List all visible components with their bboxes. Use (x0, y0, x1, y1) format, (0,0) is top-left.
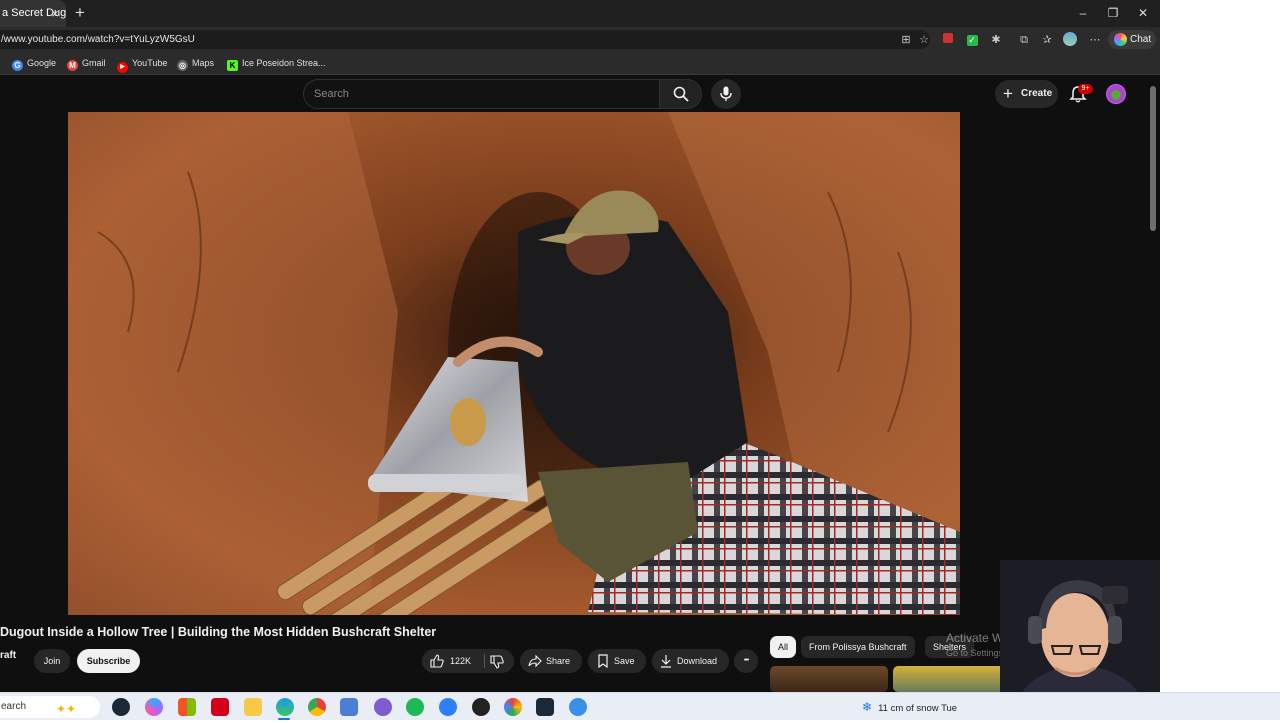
video-title: Dugout Inside a Hollow Tree | Building t… (0, 625, 437, 639)
extension-red-icon[interactable] (940, 32, 956, 48)
search-icon (673, 86, 689, 102)
chip-all[interactable]: All (770, 636, 797, 658)
taskbar-search-label: earch (1, 701, 27, 712)
search-button[interactable] (660, 79, 702, 109)
bookmark-label: Google (27, 58, 57, 68)
steam-client-icon[interactable] (536, 698, 554, 716)
network-app-icon[interactable] (340, 698, 358, 716)
windows-taskbar: earch ✦✦ ❄ 11 cm of snow Tue (0, 692, 1280, 720)
thumbs-down-icon (490, 655, 504, 669)
close-window-button[interactable]: ✕ (1128, 0, 1158, 27)
spotify-icon[interactable] (406, 698, 424, 716)
copilot-chat-button[interactable]: Chat (1108, 30, 1156, 49)
weather-widget[interactable]: ❄ 11 cm of snow Tue (862, 693, 957, 721)
taskbar-search-box[interactable]: earch ✦✦ (0, 696, 100, 718)
share-label: Share (546, 656, 571, 666)
bookmark-label: Maps (192, 58, 215, 68)
related-video-thumbnail[interactable] (893, 666, 1011, 692)
notification-count-badge: 9+ (1078, 84, 1093, 94)
bookmark-gmail[interactable]: M Gmail (67, 55, 106, 72)
app-store-icon[interactable] (569, 698, 587, 716)
new-tab-button[interactable]: + (72, 3, 88, 23)
voice-search-button[interactable] (711, 79, 741, 109)
bookmark-kick[interactable]: K Ice Poseidon Strea... (227, 55, 326, 72)
file-explorer-icon[interactable] (244, 698, 262, 716)
extension-check-icon[interactable]: ✓ (964, 32, 980, 48)
favorites-icon[interactable]: ✰ (1039, 32, 1055, 48)
gmail-icon: M (67, 60, 78, 71)
thumbs-up-icon (430, 654, 444, 668)
microphone-icon (720, 86, 732, 101)
create-button[interactable]: + Create (995, 80, 1058, 108)
browser-tab[interactable]: a Secret Dugo × (0, 0, 66, 27)
favorite-star-icon[interactable]: ☆ (916, 32, 932, 48)
copilot-icon (1114, 33, 1127, 46)
share-arrow-icon (528, 654, 542, 668)
like-count: 122K (450, 656, 472, 666)
tab-close-icon[interactable]: × (48, 0, 62, 27)
desktop-background (1160, 0, 1280, 692)
microsoft-store-icon[interactable] (178, 698, 196, 716)
bookmark-label: YouTube (132, 58, 168, 68)
bookmark-label: Ice Poseidon Strea... (242, 58, 326, 68)
tab-strip: a Secret Dugo × + – ❐ ✕ (0, 0, 1160, 27)
chrome-icon[interactable] (308, 698, 326, 716)
channel-name[interactable]: raft (0, 650, 16, 661)
video-player[interactable] (68, 112, 960, 615)
more-menu-icon[interactable]: ⋯ (1087, 32, 1103, 48)
extensions-puzzle-icon[interactable]: ✱ (988, 32, 1004, 48)
maximize-button[interactable]: ❐ (1098, 0, 1128, 27)
app-blue-icon[interactable] (439, 698, 457, 716)
edge-browser-icon[interactable] (276, 698, 294, 716)
profile-icon[interactable] (1062, 32, 1078, 48)
download-label: Download (677, 656, 718, 666)
address-bar-row: /www.youtube.com/watch?v=tYuLyzW5GsU ⊞ ☆… (0, 27, 1160, 52)
bookmarks-bar: G Google M Gmail ▶ YouTube ◎ Maps K Ice Posei… (0, 52, 1160, 75)
kick-icon: K (227, 60, 238, 71)
obs-icon[interactable] (374, 698, 392, 716)
download-button[interactable]: Download (652, 649, 729, 673)
chat-label: Chat (1130, 34, 1152, 45)
bookmark-save-icon (598, 654, 608, 668)
download-icon (661, 655, 671, 668)
app-dark-icon[interactable] (472, 698, 490, 716)
youtube-header: Search + Create 9+ (0, 76, 1146, 112)
chrome-profile-icon[interactable] (504, 698, 522, 716)
plus-icon: + (1003, 84, 1013, 103)
join-button[interactable]: Join (34, 649, 70, 673)
bookmark-maps[interactable]: ◎ Maps (177, 55, 214, 72)
save-button[interactable]: Save (588, 649, 646, 673)
copilot-icon[interactable] (145, 698, 163, 716)
snowflake-icon: ❄ (862, 700, 873, 714)
account-avatar[interactable] (1106, 84, 1126, 104)
dislike-button[interactable] (485, 649, 514, 673)
bookmark-google[interactable]: G Google (12, 55, 56, 72)
amd-software-icon[interactable] (211, 698, 229, 716)
video-frame (68, 112, 960, 615)
youtube-icon: ▶ (117, 62, 128, 73)
more-actions-button[interactable]: ••• (734, 649, 758, 673)
search-input[interactable]: Search (303, 79, 660, 109)
address-bar[interactable]: /www.youtube.com/watch?v=tYuLyzW5GsU (0, 30, 930, 49)
subscribe-button[interactable]: Subscribe (77, 649, 140, 673)
sparkle-icon: ✦✦ (56, 702, 77, 716)
chip-from-channel[interactable]: From Polissya Bushcraft (801, 636, 915, 658)
create-label: Create (1021, 88, 1053, 99)
like-dislike-group: 122K (422, 649, 514, 673)
app-available-icon[interactable]: ⊞ (898, 32, 914, 48)
steam-icon[interactable] (112, 698, 130, 716)
related-video-thumbnail[interactable] (770, 666, 888, 692)
globe-icon: ◎ (177, 60, 188, 71)
split-screen-icon[interactable]: ⧉ (1016, 32, 1032, 48)
google-icon: G (12, 60, 23, 71)
weather-text: 11 cm of snow Tue (878, 703, 958, 714)
bookmark-label: Gmail (82, 58, 106, 68)
minimize-button[interactable]: – (1068, 0, 1098, 27)
save-label: Save (614, 656, 635, 666)
browser-window: a Secret Dugo × + – ❐ ✕ /www.youtube.com… (0, 0, 1160, 692)
bookmark-youtube[interactable]: ▶ YouTube (117, 55, 168, 73)
share-button[interactable]: Share (520, 649, 582, 673)
like-button[interactable]: 122K (422, 649, 482, 673)
scrollbar-thumb[interactable] (1150, 86, 1156, 231)
